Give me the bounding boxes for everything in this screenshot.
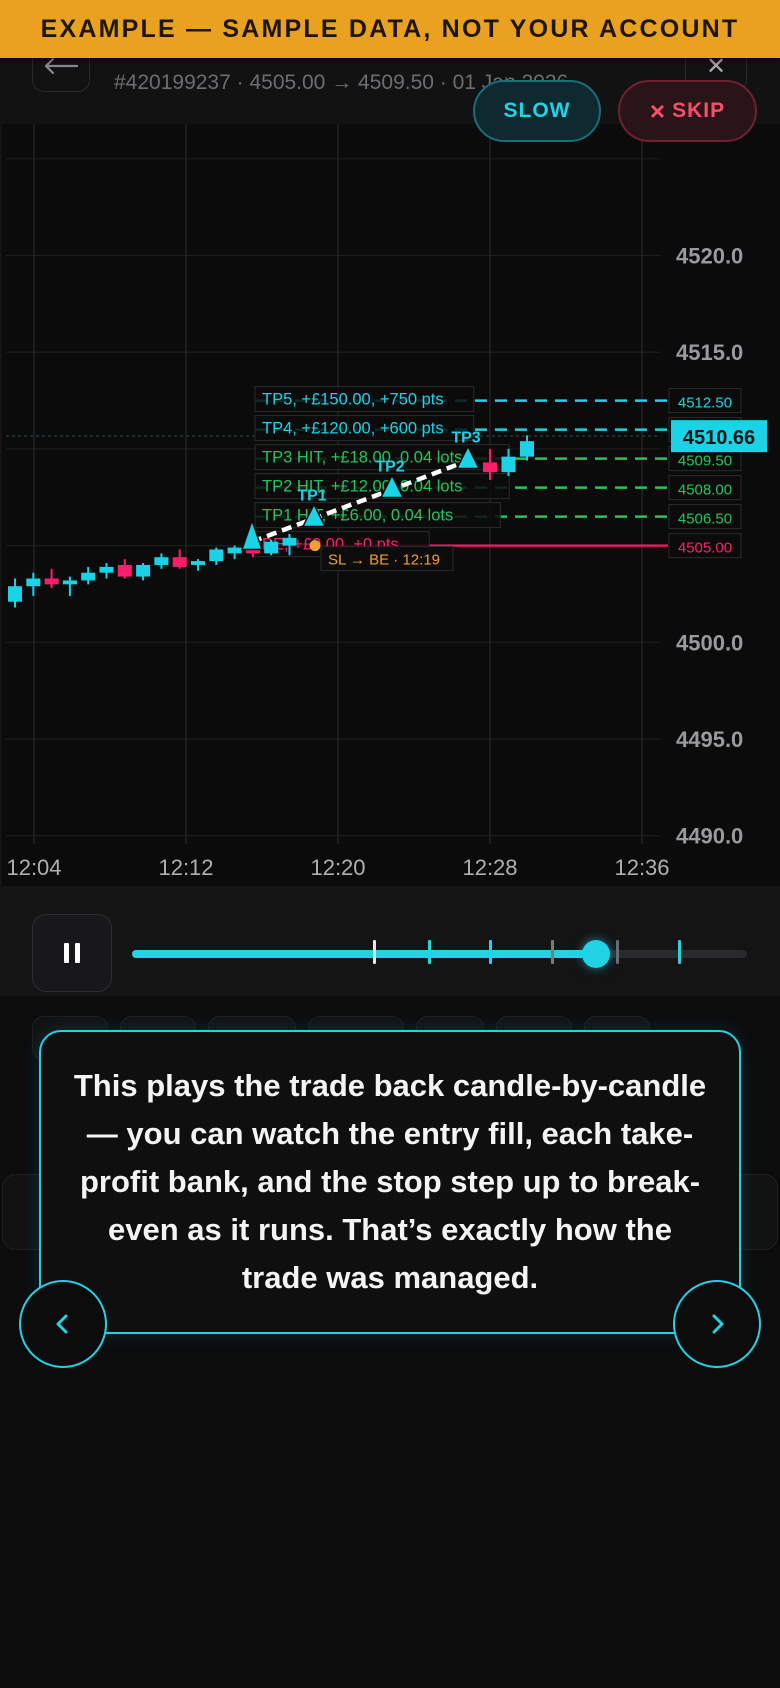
- sample-data-banner: EXAMPLE — SAMPLE DATA, NOT YOUR ACCOUNT: [0, 0, 780, 58]
- playback-bar: [0, 886, 780, 996]
- candlestick-chart: 4520.0 4515.0 4500.0 4495.0 4490.0 12:04 12:12…: [0, 124, 767, 886]
- tp-marker-label: TP2: [375, 458, 404, 475]
- event-tick[interactable]: [489, 940, 493, 964]
- scrubber-knob[interactable]: [582, 940, 611, 968]
- trade-path: [251, 458, 469, 544]
- y-tick-label: 4490.0: [676, 824, 743, 849]
- level-price: 4512.50: [678, 395, 732, 412]
- event-tick[interactable]: [677, 940, 681, 964]
- candle: [209, 549, 224, 562]
- level-price: 4506.50: [678, 511, 732, 528]
- playback-progress: [132, 950, 597, 958]
- y-tick-label: 4500.0: [676, 630, 743, 655]
- tp-marker-label: TP1: [297, 487, 326, 504]
- tp-marker-label: TP3: [451, 429, 480, 446]
- event-tick[interactable]: [427, 940, 431, 964]
- pause-icon: [64, 943, 69, 963]
- level-price: 4508.00: [678, 482, 732, 499]
- x-tick-label: 12:28: [462, 855, 517, 880]
- level-label: TP1 HIT, +£6.00, 0.04 lots: [262, 507, 453, 525]
- level-label: TP4, +£120.00, +600 pts: [262, 420, 444, 438]
- skip-button[interactable]: × SKIP: [618, 80, 757, 142]
- candle: [8, 586, 22, 602]
- candle: [136, 564, 151, 577]
- candle: [172, 557, 187, 567]
- event-tick[interactable]: [550, 940, 554, 964]
- playback-scrubber[interactable]: [132, 940, 747, 968]
- current-price-label: 4510.66: [683, 427, 755, 449]
- candle: [62, 580, 77, 585]
- banner-text: EXAMPLE — SAMPLE DATA, NOT YOUR ACCOUNT: [40, 14, 740, 43]
- slow-button[interactable]: SLOW: [473, 80, 601, 142]
- candle: [154, 557, 169, 565]
- candle: [227, 547, 242, 554]
- level-label: TP5, +£150.00, +750 pts: [262, 391, 444, 409]
- onboarding-tooltip: This plays the trade back candle-by-cand…: [39, 1030, 741, 1334]
- previous-button[interactable]: [19, 1280, 107, 1368]
- chevron-right-icon: [712, 1314, 724, 1334]
- candle: [520, 441, 534, 457]
- pause-button[interactable]: [32, 914, 112, 992]
- skip-label: SKIP: [672, 99, 726, 122]
- candle: [483, 462, 497, 473]
- x-tick-label: 12:20: [310, 855, 365, 880]
- y-tick-label: 4520.0: [676, 244, 743, 269]
- x-tick-label: 12:36: [614, 855, 669, 880]
- arrow-left-icon: [44, 57, 79, 75]
- event-tick[interactable]: [616, 940, 620, 964]
- level-price: 4505.00: [678, 540, 732, 557]
- trade-chart[interactable]: 4520.0 4515.0 4500.0 4495.0 4490.0 12:04 12:12…: [0, 124, 780, 886]
- candle: [99, 566, 114, 573]
- tooltip-text: This plays the trade back candle-by-cand…: [73, 1068, 707, 1295]
- close-icon: ×: [649, 96, 667, 126]
- level-price: 4509.50: [678, 453, 732, 470]
- candle: [117, 564, 132, 577]
- sl-label: SL → BE · 12:19: [328, 552, 440, 569]
- slow-label: SLOW: [503, 99, 571, 122]
- x-tick-label: 12:04: [6, 855, 61, 880]
- level-label: TP3 HIT, +£18.00, 0.04 lots: [262, 449, 462, 467]
- level-label: TP2 HIT, +£12.00, 0.04 lots: [262, 478, 462, 496]
- candle: [191, 561, 205, 565]
- event-tick[interactable]: [373, 940, 377, 964]
- candle: [26, 578, 41, 587]
- y-tick-label: 4515.0: [676, 340, 743, 365]
- next-button[interactable]: [673, 1280, 761, 1368]
- candle: [264, 541, 279, 554]
- sl-move-dot: [309, 540, 321, 552]
- candle: [282, 537, 297, 546]
- x-tick-label: 12:12: [158, 855, 213, 880]
- candle: [501, 456, 516, 473]
- chevron-left-icon: [56, 1314, 68, 1334]
- candle: [44, 578, 59, 585]
- y-tick-label: 4495.0: [676, 727, 743, 752]
- candle: [81, 572, 96, 581]
